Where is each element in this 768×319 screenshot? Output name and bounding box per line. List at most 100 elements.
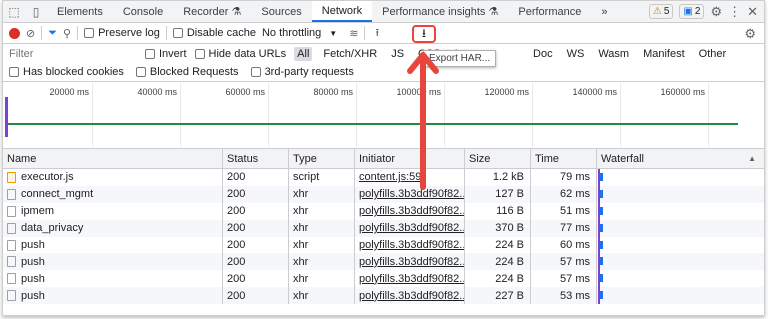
import-har-upload-icon[interactable]: ⭱ xyxy=(375,24,379,43)
checkbox-box[interactable] xyxy=(135,67,146,77)
has-blocked-cookies-checkbox[interactable]: Has blocked cookies xyxy=(9,66,124,78)
table-row[interactable]: data_privacy 200 xhr polyfills.3b3ddf90f82.… xyxy=(3,219,764,237)
table-row[interactable]: connect_mgmt 200 xhr polyfills.3b3ddf90f82.… xyxy=(3,185,764,203)
document-icon xyxy=(7,273,16,285)
waterfall-bar xyxy=(600,206,603,215)
document-icon xyxy=(7,205,16,217)
tab-network[interactable]: Network xyxy=(311,1,373,22)
checkbox-box[interactable] xyxy=(250,67,261,77)
cell-name[interactable]: push xyxy=(3,236,223,254)
devtools-window: ⬚ ▯ Elements Console Recorder ⚗ Sources … xyxy=(2,0,765,316)
invert-checkbox[interactable]: Invert xyxy=(145,48,187,60)
filter-icon[interactable]: ⏷ xyxy=(48,27,57,40)
clear-icon[interactable]: ⊘ xyxy=(26,27,35,40)
waterfall-bar xyxy=(600,240,603,249)
device-toolbar-icon[interactable]: ▯ xyxy=(25,1,47,22)
table-row[interactable]: executor.js 200 script content.js:59 1.2 kB 7… xyxy=(3,169,764,186)
search-icon[interactable]: ⚲ xyxy=(63,27,71,40)
filter-input[interactable] xyxy=(9,46,137,61)
initiator-link[interactable]: polyfills.3b3ddf90f82... xyxy=(359,239,464,251)
document-icon xyxy=(7,290,16,302)
filter-type-other[interactable]: Other xyxy=(696,47,730,61)
inspect-element-icon[interactable]: ⬚ xyxy=(3,1,25,22)
network-overview-timeline[interactable]: 20000 ms 40000 ms 60000 ms 80000 ms 1000… xyxy=(3,83,764,149)
tab-elements[interactable]: Elements xyxy=(47,1,113,22)
cell-size: 127 B xyxy=(465,185,531,203)
cell-name[interactable]: ipmem xyxy=(3,202,223,220)
tab-performance-insights[interactable]: Performance insights ⚗ xyxy=(372,1,508,22)
column-header-name[interactable]: Name xyxy=(3,149,223,168)
tab-performance[interactable]: Performance xyxy=(508,1,591,22)
checkbox-box[interactable] xyxy=(145,48,155,59)
cell-initiator: polyfills.3b3ddf90f82... xyxy=(355,287,465,305)
hide-data-urls-checkbox[interactable]: Hide data URLs xyxy=(194,48,286,60)
cell-name[interactable]: data_privacy xyxy=(3,219,223,237)
column-header-time[interactable]: Time xyxy=(531,149,597,168)
messages-badge[interactable]: ▣ 2 xyxy=(679,4,705,19)
overview-gridline xyxy=(92,83,93,147)
more-options-icon[interactable]: ⋮ xyxy=(728,4,741,20)
initiator-link[interactable]: polyfills.3b3ddf90f82... xyxy=(359,205,464,217)
cell-name[interactable]: push xyxy=(3,270,223,288)
filter-bar: Invert Hide data URLs All Fetch/XHR JS C… xyxy=(3,44,764,63)
checkbox-box[interactable] xyxy=(194,48,205,59)
checkbox-label: Invert xyxy=(159,47,187,60)
request-name: push xyxy=(21,255,45,268)
tab-console[interactable]: Console xyxy=(113,1,173,22)
table-row[interactable]: push 200 xhr polyfills.3b3ddf90f82... 224 B5… xyxy=(3,253,764,271)
column-header-size[interactable]: Size xyxy=(465,149,531,168)
filter-type-doc[interactable]: Doc xyxy=(530,47,556,61)
record-icon[interactable] xyxy=(9,27,20,39)
cell-size: 116 B xyxy=(465,202,531,220)
initiator-link[interactable]: polyfills.3b3ddf90f82... xyxy=(359,256,464,268)
filter-type-manifest[interactable]: Manifest xyxy=(640,47,688,61)
table-row[interactable]: push 200 xhr polyfills.3b3ddf90f82... 224 B6… xyxy=(3,236,764,254)
third-party-requests-checkbox[interactable]: 3rd-party requests xyxy=(250,66,354,78)
initiator-link[interactable]: polyfills.3b3ddf90f82... xyxy=(359,222,464,234)
warnings-count: 5 xyxy=(663,6,670,17)
network-settings-gear-icon[interactable]: ⚙ xyxy=(744,23,756,44)
network-conditions-wifi-icon[interactable]: ≋ xyxy=(349,27,358,40)
initiator-link[interactable]: polyfills.3b3ddf90f82... xyxy=(359,273,464,285)
tab-label: Console xyxy=(122,5,164,18)
divider xyxy=(364,26,366,40)
checkbox-box[interactable] xyxy=(9,67,19,77)
overview-selection-marker[interactable] xyxy=(5,97,8,137)
cell-type: xhr xyxy=(289,185,355,203)
cell-initiator: polyfills.3b3ddf90f82... xyxy=(355,219,465,237)
checkbox-label: Blocked Requests xyxy=(149,66,239,78)
column-header-waterfall[interactable]: Waterfall ▲ xyxy=(597,149,764,168)
cell-name[interactable]: executor.js xyxy=(3,169,223,186)
filter-type-all[interactable]: All xyxy=(294,46,313,61)
filter-type-wasm[interactable]: Wasm xyxy=(595,47,632,61)
initiator-link[interactable]: polyfills.3b3ddf90f82... xyxy=(359,290,464,302)
tab-label: Performance insights xyxy=(382,5,486,18)
cell-type: xhr xyxy=(289,270,355,288)
disable-cache-checkbox[interactable]: Disable cache xyxy=(172,27,256,39)
checkbox-box[interactable] xyxy=(172,28,183,38)
column-header-type[interactable]: Type xyxy=(289,149,355,168)
table-row[interactable]: ipmem 200 xhr polyfills.3b3ddf90f82... 116 B… xyxy=(3,202,764,220)
tab-recorder[interactable]: Recorder ⚗ xyxy=(173,1,251,22)
preserve-log-checkbox[interactable]: Preserve log xyxy=(84,27,160,39)
tab-sources[interactable]: Sources xyxy=(251,1,311,22)
settings-gear-icon[interactable]: ⚙ xyxy=(710,4,722,20)
cell-name[interactable]: push xyxy=(3,287,223,305)
blocked-requests-checkbox[interactable]: Blocked Requests xyxy=(135,66,239,78)
checkbox-box[interactable] xyxy=(84,28,95,38)
table-row[interactable]: push 200 xhr polyfills.3b3ddf90f82... 224 B5… xyxy=(3,270,764,288)
warnings-badge[interactable]: ⚠ 5 xyxy=(648,4,674,19)
overview-gridline xyxy=(268,83,269,147)
document-icon xyxy=(7,256,16,268)
throttling-select[interactable]: No throttling ▼ xyxy=(262,27,337,39)
table-row[interactable]: push 200 xhr polyfills.3b3ddf90f82... 227 B5… xyxy=(3,287,764,305)
column-header-status[interactable]: Status xyxy=(223,149,289,168)
cell-name[interactable]: push xyxy=(3,253,223,271)
filter-type-fetch-xhr[interactable]: Fetch/XHR xyxy=(320,47,380,61)
cell-name[interactable]: connect_mgmt xyxy=(3,185,223,203)
more-tabs-button[interactable]: » xyxy=(591,1,617,22)
close-icon[interactable]: ✕ xyxy=(747,4,758,20)
checkbox-label: Preserve log xyxy=(98,27,160,39)
cell-status: 200 xyxy=(223,185,289,203)
filter-type-ws[interactable]: WS xyxy=(564,47,588,61)
